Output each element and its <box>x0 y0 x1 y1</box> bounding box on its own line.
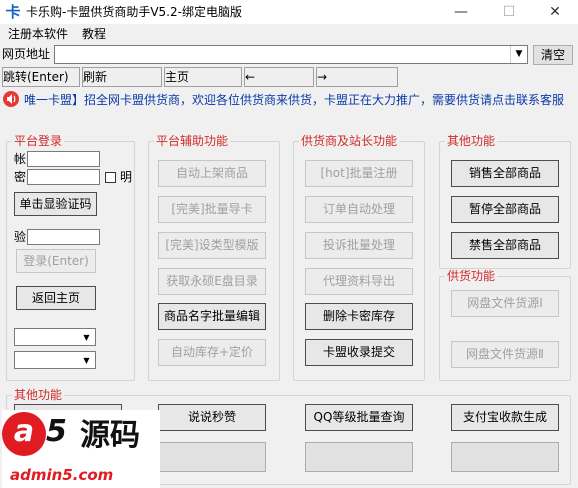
back-button[interactable]: ← <box>244 67 314 87</box>
refresh-button[interactable]: 刷新 <box>82 67 162 87</box>
other-func-right-title: 其他功能 <box>445 134 498 148</box>
pause-all-button[interactable]: 暂停全部商品 <box>451 196 559 223</box>
site-select-1[interactable]: ▼ <box>14 328 96 346</box>
notice-text[interactable]: 唯一卡盟】招全网卡盟供货商，欢迎各位供货商来供货，卡盟正在大力推广，需要供货请点… <box>24 93 564 107</box>
delete-card-stock-button[interactable]: 删除卡密库存 <box>305 303 413 330</box>
batch-complaints-button[interactable]: 投诉批量处理 <box>305 232 413 259</box>
empty-button-2[interactable] <box>305 442 413 472</box>
get-edisk-dir-button[interactable]: 获取永硕E盘目录 <box>158 268 266 295</box>
captcha-input[interactable] <box>27 229 100 245</box>
clear-button[interactable]: 清空 <box>533 45 573 65</box>
address-input[interactable] <box>54 45 528 64</box>
password-input[interactable] <box>27 169 100 185</box>
goto-button[interactable]: 跳转(Enter) <box>2 67 80 87</box>
show-password-label: 明 <box>120 170 133 184</box>
supply-func-title: 供货功能 <box>445 269 498 283</box>
show-password-checkbox[interactable] <box>105 172 116 183</box>
watermark-brand: 源码 <box>80 418 140 453</box>
shuoshuo-like-button[interactable]: 说说秒赞 <box>158 404 266 431</box>
alipay-qr-button[interactable]: 支付宝收款生成 <box>451 404 559 431</box>
forward-button[interactable]: → <box>316 67 398 87</box>
home-button[interactable]: 主页 <box>164 67 242 87</box>
login-button[interactable]: 登录(Enter) <box>16 249 96 273</box>
back-home-button[interactable]: 返回主页 <box>16 286 96 310</box>
platform-assist-title: 平台辅助功能 <box>154 134 231 148</box>
menu-register[interactable]: 注册本软件 <box>8 27 68 41</box>
minimize-button[interactable]: — <box>438 0 484 24</box>
password-label: 密 <box>14 170 27 184</box>
sell-all-button[interactable]: 销售全部商品 <box>451 160 559 187</box>
chevron-down-icon: ▼ <box>83 333 90 342</box>
watermark-url: admin5.com <box>10 466 114 484</box>
platform-login-title: 平台登录 <box>12 134 65 148</box>
netdisk-source-2-button[interactable]: 网盘文件货源Ⅱ <box>451 341 559 368</box>
submit-indexing-button[interactable]: 卡盟收录提交 <box>305 339 413 366</box>
batch-import-cards-button[interactable]: [完美]批量导卡 <box>158 196 266 223</box>
other-func-bottom-title: 其他功能 <box>12 388 65 402</box>
auto-list-products-button[interactable]: 自动上架商品 <box>158 160 266 187</box>
type-template-button[interactable]: [完美]设类型模版 <box>158 232 266 259</box>
watermark-a: a <box>2 412 46 456</box>
address-dropdown-icon[interactable]: ▼ <box>510 46 527 63</box>
speaker-icon <box>3 91 19 107</box>
menu-tutorial[interactable]: 教程 <box>82 27 106 41</box>
empty-button-1[interactable] <box>158 442 266 472</box>
supplier-title: 供货商及站长功能 <box>299 134 400 148</box>
address-label: 网页地址 <box>2 47 51 61</box>
empty-button-3[interactable] <box>451 442 559 472</box>
account-label: 帐 <box>14 152 27 166</box>
maximize-button[interactable]: ☐ <box>486 0 532 24</box>
captcha-label: 验 <box>14 230 27 244</box>
auto-stock-pricing-button[interactable]: 自动库存+定价 <box>158 339 266 366</box>
ban-all-button[interactable]: 禁售全部商品 <box>451 232 559 259</box>
batch-edit-names-button[interactable]: 商品名字批量编辑 <box>158 303 266 330</box>
account-input[interactable] <box>27 151 100 167</box>
captcha-button[interactable]: 单击显验证码 <box>14 192 97 216</box>
netdisk-source-1-button[interactable]: 网盘文件货源Ⅰ <box>451 290 559 317</box>
close-button[interactable]: ✕ <box>532 0 578 24</box>
chevron-down-icon: ▼ <box>83 356 90 365</box>
batch-register-button[interactable]: [hot]批量注册 <box>305 160 413 187</box>
export-agents-button[interactable]: 代理资料导出 <box>305 268 413 295</box>
window-title: 卡乐购-卡盟供货商助手V5.2-绑定电脑版 <box>26 5 242 19</box>
app-icon: 卡 <box>5 3 21 21</box>
qq-level-query-button[interactable]: QQ等级批量查询 <box>305 404 413 431</box>
watermark-five: 5 <box>46 414 67 449</box>
auto-order-button[interactable]: 订单自动处理 <box>305 196 413 223</box>
site-select-2[interactable]: ▼ <box>14 351 96 369</box>
